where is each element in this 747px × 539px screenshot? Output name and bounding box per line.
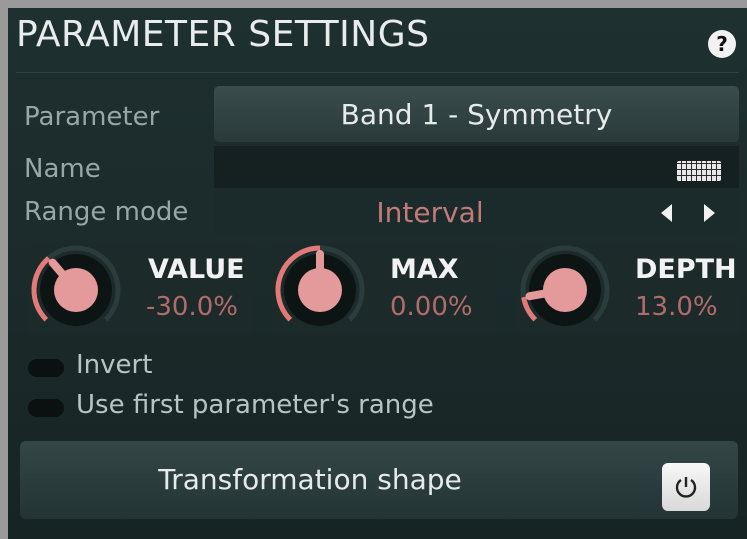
power-icon xyxy=(675,477,697,498)
power-button[interactable] xyxy=(662,463,710,511)
max-knob-readout: 0.00% xyxy=(390,292,473,322)
max-knob-label: MAX xyxy=(390,254,459,285)
value-knob-group: VALUE -30.0% xyxy=(28,242,252,332)
parameter-selector[interactable]: Band 1 - Symmetry xyxy=(214,86,739,142)
use-first-range-toggle[interactable] xyxy=(28,399,64,417)
value-knob-readout: -30.0% xyxy=(146,292,238,322)
depth-knob-label: DEPTH xyxy=(635,254,737,285)
value-knob-label: VALUE xyxy=(148,254,245,285)
arrow-left-icon[interactable] xyxy=(661,204,672,222)
use-first-range-label[interactable]: Use first parameter's range xyxy=(76,390,434,420)
depth-knob-group: DEPTH 13.0% xyxy=(517,242,739,332)
depth-knob[interactable] xyxy=(517,242,613,338)
max-knob-group: MAX 0.00% xyxy=(272,242,496,332)
arrow-right-icon[interactable] xyxy=(704,204,715,222)
panel-title: PARAMETER SETTINGS xyxy=(16,14,430,55)
keyboard-icon[interactable] xyxy=(677,161,721,181)
window-frame xyxy=(0,0,747,8)
max-knob[interactable] xyxy=(272,242,368,338)
depth-knob-readout: 13.0% xyxy=(635,292,718,322)
parameter-label: Parameter xyxy=(24,102,160,132)
name-label: Name xyxy=(24,154,101,184)
range-mode-value[interactable]: Interval xyxy=(214,192,646,234)
invert-label[interactable]: Invert xyxy=(76,350,152,380)
transformation-shape-label[interactable]: Transformation shape xyxy=(20,441,600,519)
name-field[interactable] xyxy=(214,146,739,188)
help-icon[interactable]: ? xyxy=(708,30,736,58)
range-mode-label: Range mode xyxy=(24,197,189,227)
value-knob[interactable] xyxy=(28,242,124,338)
title-divider xyxy=(16,72,739,73)
invert-toggle[interactable] xyxy=(28,359,64,377)
